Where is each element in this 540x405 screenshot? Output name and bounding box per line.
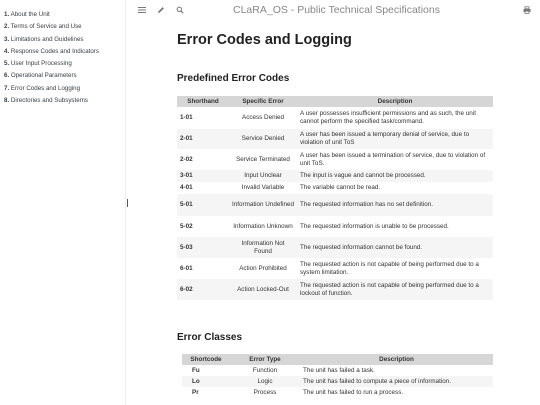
error-name-cell: Action Prohibited [239, 264, 287, 272]
error-description-cell: The input is vague and cannot be process… [297, 170, 493, 182]
table-row: 5-02 Information Unknown The requested i… [177, 216, 493, 237]
edit-icon[interactable] [156, 6, 166, 16]
error-name-cell: Access Denied [242, 114, 284, 122]
error-description-cell: The requested action is not capable of b… [300, 260, 479, 276]
table-row: 5-01 Information Undefined The requested… [177, 194, 493, 216]
error-description-cell: The requested information cannot be foun… [297, 237, 493, 258]
table-row: 6-01 Action Prohibited The requested act… [177, 258, 493, 279]
table-row: 6-02 Action Locked-Out The requested act… [177, 279, 493, 300]
column-header: Shorthand [177, 96, 229, 107]
error-code-cell: 6-01 [180, 264, 193, 272]
class-code-cell: Pr [192, 388, 199, 396]
table-row: Lo Logic The unit has failed to compute … [182, 376, 493, 387]
sidebar-item-number: 5. [4, 60, 10, 68]
sidebar-item-about-the-unit[interactable]: 1. About the Unit [0, 9, 125, 21]
sidebar-item-label: About the Unit [10, 11, 50, 18]
error-name-cell: Information Unknown [233, 222, 293, 230]
error-description-cell: The requested information has no set def… [297, 194, 493, 216]
sidebar-item-number: 3. [4, 35, 10, 43]
error-name-cell: Invalid Variable [241, 184, 285, 192]
error-description-cell: A user has been issued a termination of … [300, 151, 486, 167]
error-code-cell: 5-02 [180, 222, 193, 230]
sidebar-item-response-codes[interactable]: 4. Response Codes and Indicators [0, 46, 125, 58]
sidebar-resize-handle[interactable] [127, 199, 128, 207]
sidebar-item-number: 8. [4, 97, 10, 105]
sidebar-item-label: Terms of Service and Use [10, 23, 82, 31]
class-description-cell: The unit has failed to compute a piece o… [300, 376, 493, 387]
sidebar-item-number: 6. [4, 72, 10, 80]
class-type-cell: Function [252, 366, 278, 374]
error-description-cell: A user possesses insufficient permission… [300, 110, 476, 125]
column-header: Description [297, 96, 493, 107]
sidebar-item-limitations[interactable]: 3. Limitations and Guidelines [0, 34, 125, 46]
table-row: 2-01 Service Denied A user has been issu… [177, 129, 493, 149]
column-header: Specific Error [229, 96, 297, 107]
error-description-cell: The requested information is unable to b… [300, 222, 449, 230]
error-name-cell: Information Not Found [229, 237, 297, 258]
error-code-cell: 2-01 [177, 129, 229, 149]
error-code-cell: 1-01 [180, 114, 193, 122]
class-description-cell: The unit has failed a task. [303, 366, 375, 374]
sidebar-item-label: User Input Processing [10, 60, 72, 68]
error-name-cell: Input Unclear [229, 170, 297, 182]
error-name-cell: Service Terminated [236, 155, 290, 163]
sidebar-item-label: Directories and Subsystems [10, 97, 88, 105]
table-row: Pr Process The unit has failed to run a … [182, 387, 493, 398]
page-title: Error Codes and Logging [177, 32, 352, 48]
class-type-cell: Process [253, 388, 277, 396]
sidebar-item-label: Limitations and Guidelines [10, 35, 84, 43]
error-code-cell: 5-01 [177, 194, 229, 216]
table-row: 5-03 Information Not Found The requested… [177, 237, 493, 258]
sidebar-item-number: 1. [4, 11, 10, 18]
error-code-cell: 4-01 [180, 184, 193, 192]
section-title-error-classes: Error Classes [177, 332, 243, 343]
table-row: 4-01 Invalid Variable The variable canno… [177, 182, 493, 194]
column-header: Shortcode [182, 354, 230, 365]
header: CLaRA_OS - Public Technical Specificatio… [130, 0, 540, 24]
class-code-cell: Lo [182, 376, 230, 387]
class-code-cell: Fu [192, 366, 200, 374]
sidebar-item-label: Error Codes and Logging [10, 84, 81, 92]
table-header-row: Shortcode Error Type Description [182, 354, 493, 365]
section-title-error-codes: Predefined Error Codes [177, 73, 290, 84]
column-header: Description [300, 354, 493, 365]
table-header-row: Shorthand Specific Error Description [177, 96, 493, 107]
sidebar-item-number: 7. [4, 84, 10, 92]
error-description-cell: The requested action is not capable of b… [297, 279, 493, 300]
sidebar-item-terms-of-service[interactable]: 2. Terms of Service and Use [0, 21, 125, 33]
class-type-cell: Logic [230, 376, 300, 387]
error-name-cell: Information Undefined [229, 194, 297, 216]
sidebar-item-directories[interactable]: 8. Directories and Subsystems [0, 95, 125, 107]
header-title: CLaRA_OS - Public Technical Specificatio… [233, 4, 440, 16]
sidebar-item-operational-parameters[interactable]: 6. Operational Parameters [0, 70, 125, 82]
error-description-cell: A user has been issued a temporary denia… [297, 129, 493, 149]
sidebar: 1. About the Unit 2. Terms of Service an… [0, 0, 126, 405]
table-row: Fu Function The unit has failed a task. [182, 365, 493, 376]
error-codes-table: Shorthand Specific Error Description 1-0… [177, 96, 493, 300]
sidebar-item-number: 2. [4, 23, 10, 31]
error-description-cell: The variable cannot be read. [300, 184, 381, 192]
menu-icon[interactable] [137, 6, 147, 16]
print-icon[interactable] [522, 6, 532, 16]
sidebar-item-label: Operational Parameters [10, 72, 77, 80]
table-row: 3-01 Input Unclear The input is vague an… [177, 170, 493, 182]
error-code-cell: 3-01 [177, 170, 229, 182]
sidebar-item-user-input[interactable]: 5. User Input Processing [0, 58, 125, 70]
sidebar-item-error-codes[interactable]: 7. Error Codes and Logging [0, 83, 125, 95]
sidebar-item-label: Response Codes and Indicators [10, 47, 99, 55]
class-description-cell: The unit has failed to run a process. [303, 388, 404, 396]
search-icon[interactable] [175, 6, 185, 16]
sidebar-item-number: 4. [4, 47, 10, 55]
table-row: 1-01 Access Denied A user possesses insu… [177, 107, 493, 129]
error-classes-table: Shortcode Error Type Description Fu Func… [182, 354, 493, 398]
column-header: Error Type [230, 354, 300, 365]
error-name-cell: Service Denied [229, 129, 297, 149]
error-code-cell: 5-03 [177, 237, 229, 258]
error-code-cell: 6-02 [177, 279, 229, 300]
table-row: 2-02 Service Terminated A user has been … [177, 149, 493, 170]
sidebar-list: 1. About the Unit 2. Terms of Service an… [0, 0, 125, 107]
error-code-cell: 2-02 [180, 155, 193, 163]
error-name-cell: Action Locked-Out [229, 279, 297, 300]
